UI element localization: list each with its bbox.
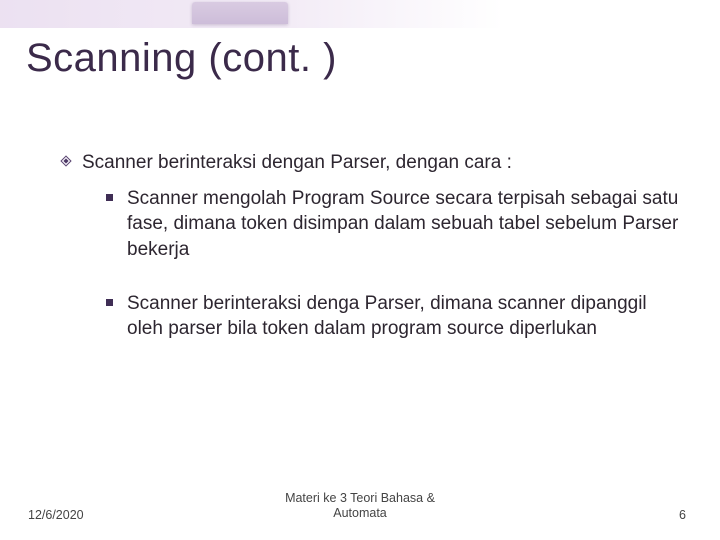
- bullet-level2: Scanner berinteraksi denga Parser, diman…: [106, 291, 682, 342]
- decorative-top-band: [0, 0, 720, 28]
- footer-date: 12/6/2020: [28, 508, 84, 522]
- bullet-level2: Scanner mengolah Program Source secara t…: [106, 186, 682, 263]
- slide-title: Scanning (cont. ): [26, 36, 337, 81]
- footer-center: Materi ke 3 Teori Bahasa & Automata: [285, 491, 435, 522]
- diamond-icon: [60, 155, 74, 167]
- bullet-sub2-text: Scanner berinteraksi denga Parser, diman…: [127, 291, 682, 342]
- square-icon: [106, 299, 113, 306]
- bullet-sub1-text: Scanner mengolah Program Source secara t…: [127, 186, 682, 263]
- slide-body: Scanner berinteraksi dengan Parser, deng…: [60, 150, 682, 370]
- bullet-level1: Scanner berinteraksi dengan Parser, deng…: [60, 150, 682, 176]
- bullet-main-text: Scanner berinteraksi dengan Parser, deng…: [82, 150, 512, 176]
- square-icon: [106, 194, 113, 201]
- decorative-tab: [192, 2, 288, 24]
- footer-page-number: 6: [679, 508, 686, 522]
